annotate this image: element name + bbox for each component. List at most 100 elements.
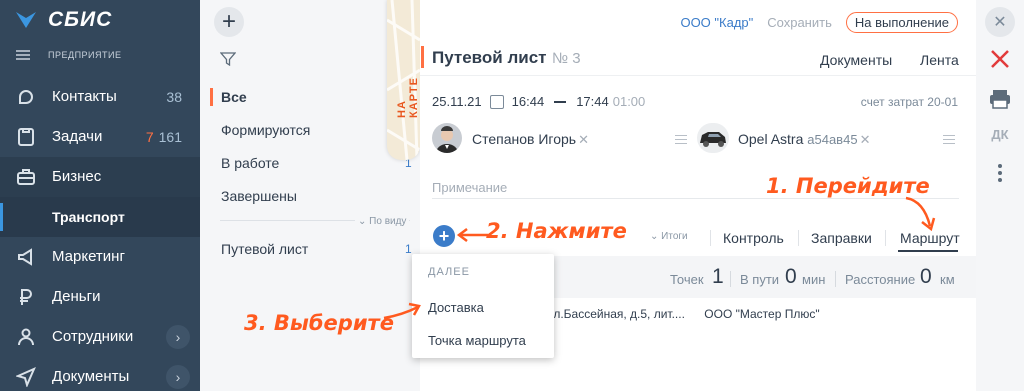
note-input[interactable]: Примечание xyxy=(432,180,507,195)
people-icon xyxy=(18,328,34,346)
distance-unit: км xyxy=(940,272,955,287)
driver-field[interactable]: Степанов Игорь ✕ xyxy=(472,131,589,148)
chevron-right-icon[interactable]: › xyxy=(166,325,190,349)
more-icon[interactable] xyxy=(976,163,1024,183)
cost-account[interactable]: счет затрат 20-01 xyxy=(861,95,958,109)
megaphone-icon xyxy=(18,248,32,266)
car-menu-icon[interactable] xyxy=(943,135,955,144)
briefcase-icon xyxy=(17,169,35,185)
sidebar-item-marketing[interactable]: Маркетинг xyxy=(0,237,200,277)
sidebar-item-label: Контакты xyxy=(52,88,117,105)
dropdown-header: ДАЛЕЕ xyxy=(428,266,470,278)
sidebar-item-label: Деньги xyxy=(52,288,101,305)
org-switcher[interactable]: ПРЕДПРИЯТИЕ xyxy=(16,50,121,60)
filter-in-progress[interactable]: В работе xyxy=(221,155,279,171)
selected-indicator xyxy=(210,88,213,106)
sidebar-item-label: Бизнес xyxy=(52,168,102,185)
sidebar-item-documents[interactable]: Документы › xyxy=(0,357,200,391)
document-number[interactable]: № 3 xyxy=(552,50,581,67)
sidebar-item-money[interactable]: Деньги xyxy=(0,277,200,317)
annotation-step1: 1. Перейдите xyxy=(766,174,930,198)
calendar-icon[interactable] xyxy=(489,94,504,109)
chevron-right-icon[interactable]: › xyxy=(166,365,190,389)
tab-control[interactable]: Контроль xyxy=(723,230,784,246)
driver-avatar xyxy=(432,123,462,153)
active-indicator xyxy=(0,203,3,231)
travel-label: В пути xyxy=(740,272,780,287)
route-address: г, ул.Бассейная, д.5, лит.... xyxy=(538,307,685,321)
sidebar-item-business[interactable]: Бизнес xyxy=(0,157,200,197)
right-action-bar: ✕ ДК xyxy=(976,0,1024,391)
delete-icon[interactable] xyxy=(976,50,1024,68)
car-model: Opel Astra xyxy=(738,131,804,147)
contacts-icon xyxy=(19,90,33,104)
menu-item-delivery[interactable]: Доставка xyxy=(428,300,484,315)
logo-text: СБИС xyxy=(48,8,113,31)
sbis-logo-icon xyxy=(16,12,36,28)
note-underline xyxy=(432,198,959,199)
status-button[interactable]: На выполнение xyxy=(845,12,958,33)
tab-feed[interactable]: Лента xyxy=(920,52,959,68)
time-to-field[interactable]: 17:44 xyxy=(576,94,609,109)
sidebar-item-tasks[interactable]: Задачи 7 161 xyxy=(0,117,200,157)
annotation-step3: 3. Выберите xyxy=(244,311,394,335)
sidebar-item-employees[interactable]: Сотрудники › xyxy=(0,317,200,357)
person-icon xyxy=(436,126,458,153)
send-icon xyxy=(16,367,36,387)
menu-item-route-point[interactable]: Точка маршрута xyxy=(428,333,526,348)
card-toolbar: ООО "Кадр" Сохранить На выполнение xyxy=(680,12,958,33)
sidebar-item-label: Задачи xyxy=(52,128,103,145)
filter-icon[interactable] xyxy=(220,52,236,66)
clear-driver-icon[interactable]: ✕ xyxy=(578,132,589,147)
tasks-icon xyxy=(18,128,34,146)
car-field[interactable]: Opel Astra а54ав45 ✕ xyxy=(738,131,870,148)
duration: 01:00 xyxy=(612,94,646,109)
by-view-label: По виду xyxy=(369,216,407,227)
filter-all[interactable]: Все xyxy=(221,89,247,105)
distance-value: 0 xyxy=(920,265,932,288)
create-button[interactable]: + xyxy=(214,7,244,37)
page-title: Путевой лист xyxy=(432,48,547,67)
driver-name: Степанов Игорь xyxy=(472,131,577,147)
tab-separator xyxy=(710,230,711,246)
printer-icon[interactable] xyxy=(976,88,1024,110)
tab-documents[interactable]: Документы xyxy=(820,52,892,68)
logo[interactable]: СБИС xyxy=(14,8,112,32)
clear-car-icon[interactable]: ✕ xyxy=(860,132,871,147)
map-tab[interactable]: НА КАРТЕ xyxy=(387,0,420,160)
arrow-annotation-icon xyxy=(905,196,936,232)
time-from-field[interactable]: 16:44 xyxy=(512,94,545,109)
sidebar-item-transport[interactable]: Транспорт xyxy=(0,197,200,237)
sidebar: СБИС ПРЕДПРИЯТИЕ Контакты 38 Задачи 7 161… xyxy=(0,0,200,391)
add-route-point-button[interactable]: + xyxy=(433,225,455,247)
org-name: ПРЕДПРИЯТИЕ xyxy=(48,50,122,60)
edo-button[interactable]: ДК xyxy=(976,127,1024,142)
map-tab-label: НА КАРТЕ xyxy=(396,77,420,118)
close-icon[interactable]: ✕ xyxy=(985,7,1015,37)
by-view-toggle[interactable]: ⌄ По виду xyxy=(355,216,410,227)
range-dash xyxy=(554,100,567,103)
sidebar-item-label: Маркетинг xyxy=(52,248,125,265)
add-menu-dropdown: ДАЛЕЕ Доставка Точка маршрута xyxy=(412,254,554,358)
totals-toggle[interactable]: ⌄ Итоги xyxy=(650,231,688,242)
save-button[interactable]: Сохранить xyxy=(767,15,832,30)
ruble-icon xyxy=(20,289,32,305)
driver-menu-icon[interactable] xyxy=(675,135,687,144)
travel-unit: мин xyxy=(802,272,826,287)
org-link[interactable]: ООО "Кадр" xyxy=(680,15,753,30)
summary-separator xyxy=(730,271,731,287)
car-icon xyxy=(700,132,726,147)
filter-finished[interactable]: Завершены xyxy=(221,188,297,204)
date-field[interactable]: 25.11.21 xyxy=(432,94,482,109)
car-image xyxy=(697,123,729,153)
active-tab-underline xyxy=(898,250,958,252)
points-value: 1 xyxy=(712,265,724,288)
route-point-row[interactable]: г, ул.Бассейная, д.5, лит.... ООО "Масте… xyxy=(538,307,820,321)
tab-refuels[interactable]: Заправки xyxy=(811,230,872,246)
sidebar-item-contacts[interactable]: Контакты 38 xyxy=(0,77,200,117)
tab-separator xyxy=(885,230,886,246)
filter-waybill[interactable]: Путевой лист xyxy=(221,241,308,257)
filter-forming[interactable]: Формируются xyxy=(221,122,310,138)
totals-label: Итоги xyxy=(661,231,688,242)
tasks-new-count: 7 xyxy=(145,129,154,145)
